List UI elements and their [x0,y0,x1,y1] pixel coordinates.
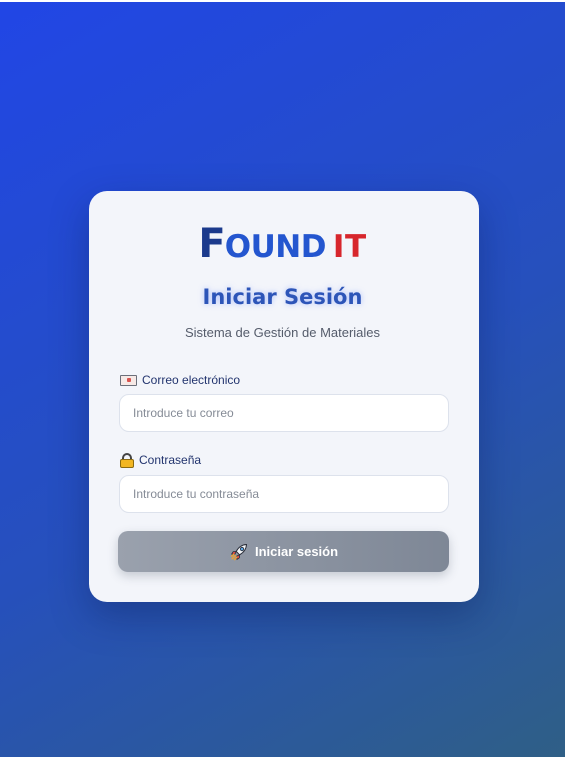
page-title: Iniciar Sesión [202,285,363,309]
rocket-icon [230,543,247,560]
password-label-text: Contraseña [139,453,202,467]
logo-word-ound: OUND [224,229,327,265]
found-it-logo: FOUND IT [0,224,565,264]
email-label-text: Correo electrónico [142,373,241,387]
login-button-label: Iniciar sesión [254,544,339,559]
password-label: Contraseña [120,452,201,468]
email-label: Correo electrónico [120,372,240,388]
lock-icon [120,452,134,468]
email-field[interactable] [119,394,449,432]
top-border [0,0,565,2]
logo-letter-f: F [198,221,225,267]
login-button[interactable]: Iniciar sesión [118,531,449,572]
logo-word-it: IT [332,229,367,265]
envelope-icon [120,374,137,386]
page-subtitle: Sistema de Gestión de Materiales [184,325,381,340]
password-field[interactable] [119,475,449,513]
